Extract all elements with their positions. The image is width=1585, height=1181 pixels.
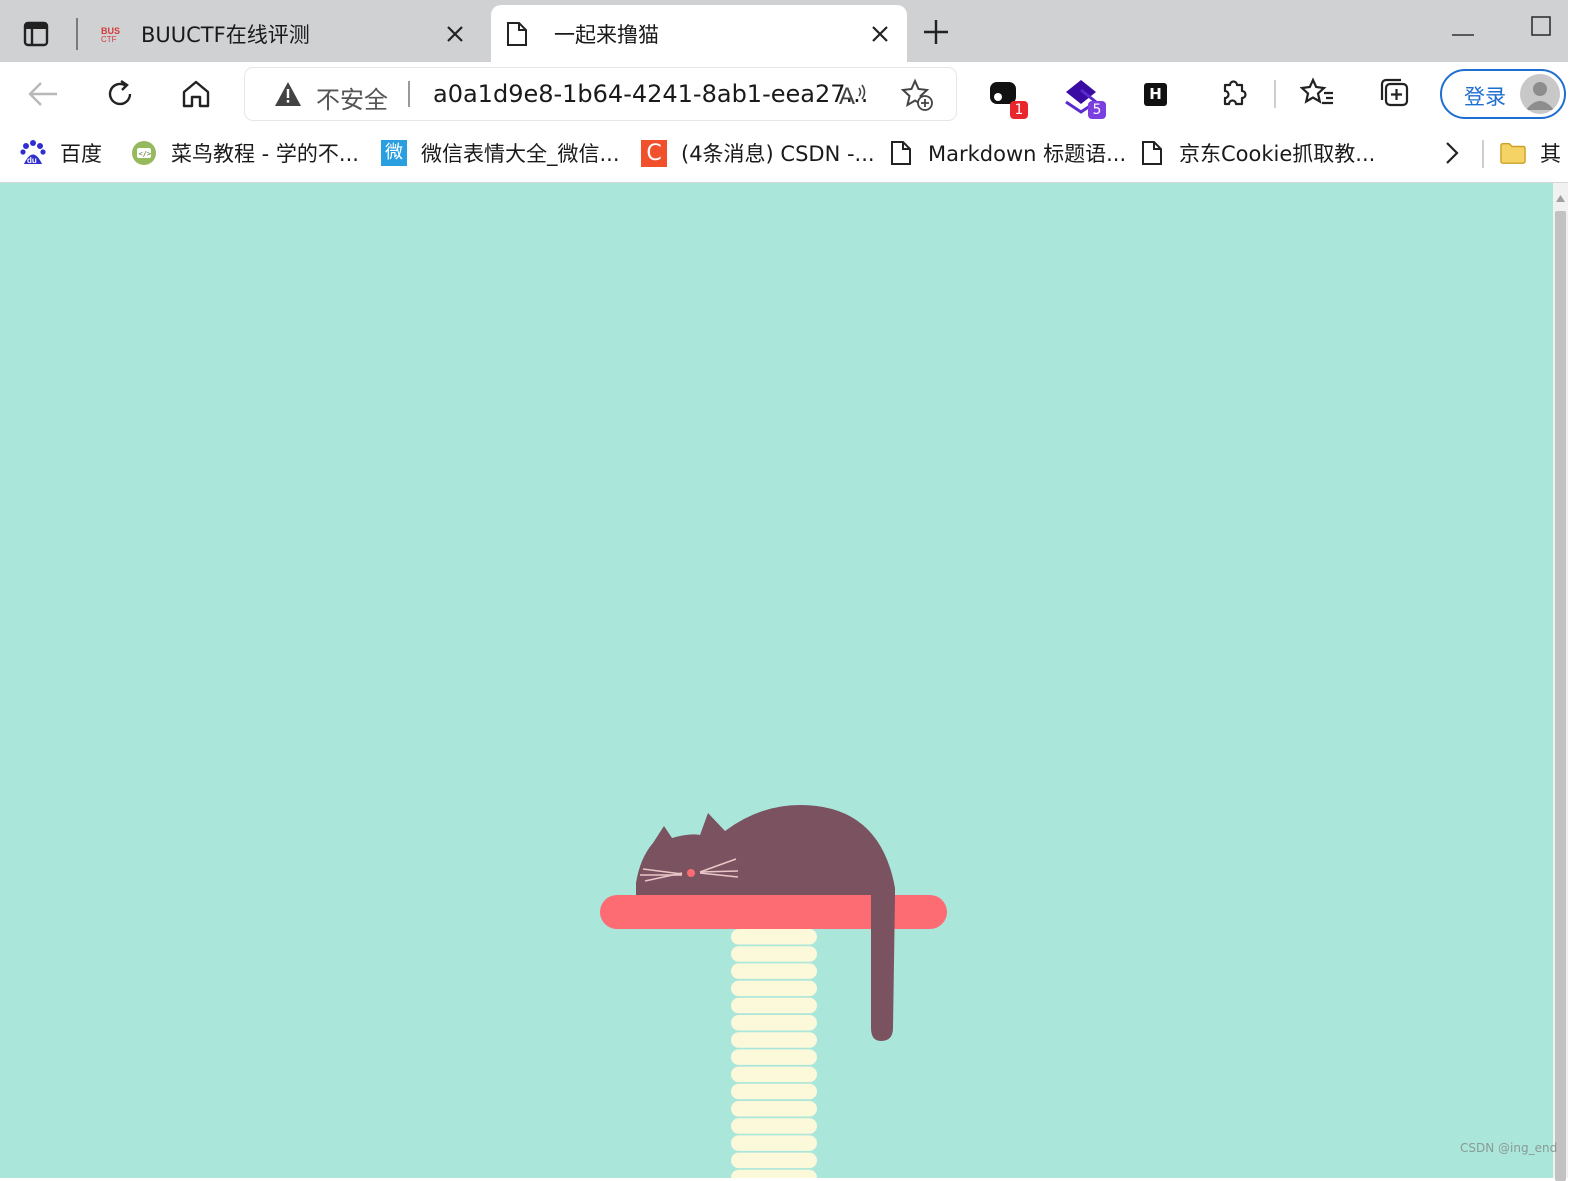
close-tab-icon[interactable] <box>867 21 893 47</box>
post-segment <box>731 1066 817 1083</box>
extension-2-icon[interactable]: 5 <box>1064 76 1106 119</box>
collections-icon[interactable] <box>1377 76 1417 116</box>
folder-icon <box>1500 140 1526 166</box>
scrollbar-thumb[interactable] <box>1555 211 1566 1181</box>
post-segment <box>731 980 817 997</box>
baidu-glyph: du <box>27 156 37 165</box>
cat-shelf <box>600 895 947 929</box>
post-segment <box>731 963 817 979</box>
csdn-icon: C <box>641 139 667 167</box>
runoob-icon: </> <box>131 140 157 166</box>
navigation-toolbar: 不安全 a0a1d9e8-1b64-4241-8ab1-eea27... A 1… <box>0 62 1585 126</box>
baidu-icon: du <box>20 140 46 166</box>
bookmarks-divider <box>1482 140 1484 168</box>
avatar <box>1520 74 1560 114</box>
extension-h-icon[interactable]: H <box>1142 76 1182 116</box>
watermark: CSDN @ing_end <box>1460 1141 1558 1155</box>
bookmark-weixin[interactable]: 微 微信表情大全_微信... <box>381 136 620 170</box>
post-segment <box>731 1169 817 1178</box>
add-favorite-star-icon[interactable] <box>900 78 934 112</box>
cat-nose <box>687 869 695 877</box>
page-content <box>0 183 1553 1178</box>
address-divider <box>408 81 410 107</box>
bookmark-label: Markdown 标题语... <box>928 142 1127 166</box>
bookmark-label: 京东Cookie抓取教... <box>1179 142 1376 166</box>
address-bar[interactable]: 不安全 a0a1d9e8-1b64-4241-8ab1-eea27... A <box>245 68 956 120</box>
buuctf-logo-icon: BUS CTF <box>100 22 124 46</box>
chevron-right-icon[interactable] <box>1438 138 1466 168</box>
cat-body[interactable] <box>636 805 895 895</box>
page-icon <box>505 22 529 46</box>
weixin-glyph: 微 <box>381 140 407 166</box>
tab-title: BUUCTF在线评测 <box>141 23 310 47</box>
window-edge <box>1568 0 1585 1178</box>
post-segment <box>731 1083 817 1100</box>
scroll-up-arrow-icon[interactable] <box>1555 193 1566 203</box>
extension-h-label: H <box>1144 83 1167 106</box>
post-segment <box>731 1101 817 1117</box>
weixin-icon: 微 <box>381 140 407 166</box>
bookmark-label: 菜鸟教程 - 学的不... <box>171 142 359 166</box>
bookmark-csdn[interactable]: C (4条消息) CSDN -... <box>641 136 875 170</box>
post-segment <box>731 1032 817 1048</box>
bookmark-label: 百度 <box>60 142 102 166</box>
security-label[interactable]: 不安全 <box>316 80 388 115</box>
favorites-icon[interactable] <box>1299 76 1340 116</box>
post-segment <box>731 1015 817 1031</box>
svg-text:CTF: CTF <box>101 35 117 43</box>
bookmark-jd[interactable]: 京东Cookie抓取教... <box>1139 136 1375 170</box>
tab-buuctf[interactable]: BUS CTF BUUCTF在线评测 <box>86 5 482 62</box>
extension-badge: 5 <box>1088 101 1106 119</box>
login-label: 登录 <box>1464 85 1506 109</box>
post-segment <box>731 1135 817 1151</box>
bookmark-other-folder[interactable]: 其 <box>1500 136 1561 170</box>
bookmark-markdown[interactable]: Markdown 标题语... <box>888 136 1126 170</box>
warning-icon[interactable] <box>273 80 303 108</box>
new-tab-plus-icon[interactable] <box>920 16 952 48</box>
tab-actions-menu-icon[interactable] <box>18 16 54 52</box>
post-segment <box>731 1049 817 1065</box>
login-button[interactable]: 登录 <box>1440 69 1566 119</box>
minimize-icon[interactable] <box>1452 22 1474 36</box>
post-segment <box>731 997 817 1014</box>
vertical-scrollbar[interactable] <box>1553 183 1568 1181</box>
cat-scene <box>600 805 947 1178</box>
close-tab-icon[interactable] <box>442 21 468 47</box>
bookmark-runoob[interactable]: </> 菜鸟教程 - 学的不... <box>131 136 359 170</box>
toolbar-divider <box>1274 80 1276 108</box>
post-segment <box>731 929 817 945</box>
refresh-icon[interactable] <box>100 74 140 114</box>
home-icon[interactable] <box>176 74 216 114</box>
tab-title: 一起来撸猫 <box>554 23 659 47</box>
svg-text:</>: </> <box>139 150 152 158</box>
back-arrow-icon[interactable] <box>23 74 63 114</box>
scratching-post <box>731 929 817 1178</box>
read-aloud-icon[interactable]: A <box>838 78 870 110</box>
page-icon <box>888 140 914 166</box>
bookmark-label: (4条消息) CSDN -... <box>681 142 875 166</box>
svg-text:A: A <box>839 83 855 108</box>
tab-strip: BUS CTF BUUCTF在线评测 一起来撸猫 <box>0 0 1585 62</box>
bookmark-label: 微信表情大全_微信... <box>421 142 620 166</box>
tab-cat[interactable]: 一起来撸猫 <box>491 5 907 62</box>
maximize-icon[interactable] <box>1531 16 1551 36</box>
extensions-puzzle-icon[interactable] <box>1217 76 1257 116</box>
bookmark-baidu[interactable]: du 百度 <box>20 136 102 170</box>
tab-divider <box>76 18 78 50</box>
post-segment <box>731 1152 817 1169</box>
page-icon <box>1139 140 1165 166</box>
post-segment <box>731 1118 817 1134</box>
cat-tail[interactable] <box>871 895 895 1041</box>
bookmark-label: 其 <box>1540 142 1561 166</box>
csdn-glyph: C <box>641 139 667 167</box>
extension-badge: 1 <box>1010 101 1028 119</box>
bookmarks-bar: du 百度 </> 菜鸟教程 - 学的不... 微 微信表情大全_微信... C… <box>0 126 1585 183</box>
url-text[interactable]: a0a1d9e8-1b64-4241-8ab1-eea27... <box>433 80 868 108</box>
extension-1-icon[interactable]: 1 <box>986 76 1028 119</box>
post-segment <box>731 946 817 962</box>
